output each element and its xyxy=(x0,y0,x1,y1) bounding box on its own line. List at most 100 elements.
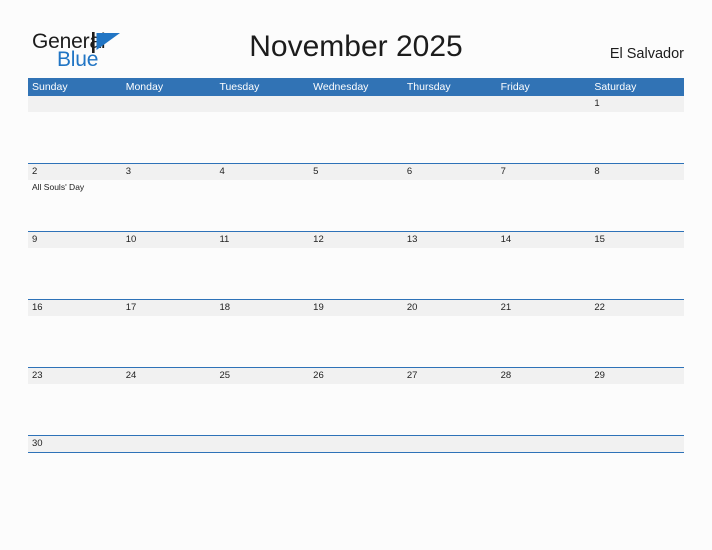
day-number[interactable]: 18 xyxy=(215,300,309,316)
day-cell[interactable] xyxy=(497,384,591,435)
day-number[interactable]: 6 xyxy=(403,164,497,180)
day-number[interactable]: 7 xyxy=(497,164,591,180)
date-number-band: 9 10 11 12 13 14 15 xyxy=(28,232,684,248)
day-cell[interactable] xyxy=(590,112,684,163)
day-number[interactable]: 14 xyxy=(497,232,591,248)
event-band xyxy=(28,248,684,299)
day-cell[interactable] xyxy=(122,180,216,231)
weekday-header-row: Sunday Monday Tuesday Wednesday Thursday… xyxy=(28,78,684,96)
day-cell[interactable] xyxy=(215,112,309,163)
weekday-header-sunday: Sunday xyxy=(32,81,68,93)
day-cell[interactable] xyxy=(497,452,591,454)
day-number[interactable]: 27 xyxy=(403,368,497,384)
day-number[interactable]: 5 xyxy=(309,164,403,180)
day-cell[interactable] xyxy=(309,180,403,231)
day-cell[interactable] xyxy=(122,452,216,454)
weekday-header-monday: Monday xyxy=(125,81,164,93)
day-cell[interactable] xyxy=(403,112,497,163)
day-cell[interactable] xyxy=(403,248,497,299)
day-cell[interactable] xyxy=(215,180,309,231)
day-number xyxy=(215,96,309,112)
day-number[interactable]: 20 xyxy=(403,300,497,316)
day-number[interactable]: 10 xyxy=(122,232,216,248)
day-number[interactable]: 26 xyxy=(309,368,403,384)
day-number xyxy=(403,96,497,112)
calendar-week-row: 30 xyxy=(28,436,684,453)
day-cell[interactable] xyxy=(590,452,684,454)
weekday-header-saturday: Saturday xyxy=(594,81,637,93)
day-number xyxy=(122,436,216,452)
event-band: All Souls' Day xyxy=(28,180,684,231)
day-cell[interactable] xyxy=(122,248,216,299)
day-number[interactable]: 3 xyxy=(122,164,216,180)
day-number[interactable]: 30 xyxy=(28,436,122,452)
day-cell[interactable] xyxy=(215,452,309,454)
day-cell[interactable] xyxy=(497,316,591,367)
day-number[interactable]: 28 xyxy=(497,368,591,384)
day-cell[interactable] xyxy=(122,316,216,367)
calendar-week-row: 1 xyxy=(28,96,684,164)
day-cell[interactable] xyxy=(28,316,122,367)
day-cell[interactable] xyxy=(403,316,497,367)
calendar-week-row: 9 10 11 12 13 14 15 xyxy=(28,232,684,300)
day-number xyxy=(215,436,309,452)
day-number[interactable]: 22 xyxy=(590,300,684,316)
calendar-weeks: 1 2 3 4 5 6 7 8 All Souls' Day 9 10 11 12 13 14 15 16 17 1… xyxy=(28,96,684,453)
day-cell[interactable] xyxy=(497,112,591,163)
day-number[interactable]: 2 xyxy=(28,164,122,180)
day-cell[interactable] xyxy=(215,248,309,299)
day-cell[interactable] xyxy=(28,112,122,163)
day-number[interactable]: 24 xyxy=(122,368,216,384)
day-cell[interactable] xyxy=(403,452,497,454)
day-cell[interactable] xyxy=(309,112,403,163)
day-number[interactable]: 1 xyxy=(590,96,684,112)
day-cell[interactable] xyxy=(497,248,591,299)
day-cell[interactable] xyxy=(309,316,403,367)
day-cell[interactable] xyxy=(28,384,122,435)
day-number[interactable]: 19 xyxy=(309,300,403,316)
date-number-band: 2345678 xyxy=(28,164,684,180)
day-cell[interactable] xyxy=(309,248,403,299)
day-cell[interactable] xyxy=(403,384,497,435)
date-number-band: 30 xyxy=(28,436,684,452)
day-cell[interactable] xyxy=(309,384,403,435)
day-number[interactable]: 11 xyxy=(215,232,309,248)
day-number[interactable]: 12 xyxy=(309,232,403,248)
day-number[interactable]: 25 xyxy=(215,368,309,384)
day-cell[interactable] xyxy=(590,316,684,367)
date-number-band: 23 24 25 26 27 28 29 xyxy=(28,368,684,384)
day-number xyxy=(28,96,122,112)
day-number[interactable]: 29 xyxy=(590,368,684,384)
day-cell[interactable] xyxy=(403,180,497,231)
calendar-week-row: 2 3 4 5 6 7 8 All Souls' Day xyxy=(28,164,684,232)
day-number[interactable]: 23 xyxy=(28,368,122,384)
page-header: General Blue November 2025 El Salvador xyxy=(0,0,712,78)
day-cell[interactable] xyxy=(590,248,684,299)
day-number xyxy=(497,96,591,112)
day-cell[interactable] xyxy=(28,248,122,299)
day-number[interactable]: 9 xyxy=(28,232,122,248)
event-band xyxy=(28,316,684,367)
day-cell[interactable] xyxy=(28,452,122,454)
day-cell[interactable] xyxy=(590,384,684,435)
day-number[interactable]: 4 xyxy=(215,164,309,180)
day-number[interactable]: 17 xyxy=(122,300,216,316)
day-number[interactable]: 13 xyxy=(403,232,497,248)
day-number[interactable]: 15 xyxy=(590,232,684,248)
weekday-header-friday: Friday xyxy=(500,81,530,93)
day-cell[interactable] xyxy=(122,112,216,163)
day-cell[interactable] xyxy=(497,180,591,231)
day-number[interactable]: 16 xyxy=(28,300,122,316)
day-cell[interactable]: All Souls' Day xyxy=(28,180,122,231)
day-number[interactable]: 21 xyxy=(497,300,591,316)
calendar-week-row: 16 17 18 19 20 21 22 xyxy=(28,300,684,368)
day-cell[interactable] xyxy=(215,384,309,435)
day-cell[interactable] xyxy=(215,316,309,367)
date-number-band: 1 xyxy=(28,96,684,112)
day-number xyxy=(590,436,684,452)
day-cell[interactable] xyxy=(590,180,684,231)
day-number xyxy=(403,436,497,452)
day-cell[interactable] xyxy=(309,452,403,454)
day-cell[interactable] xyxy=(122,384,216,435)
day-number[interactable]: 8 xyxy=(590,164,684,180)
